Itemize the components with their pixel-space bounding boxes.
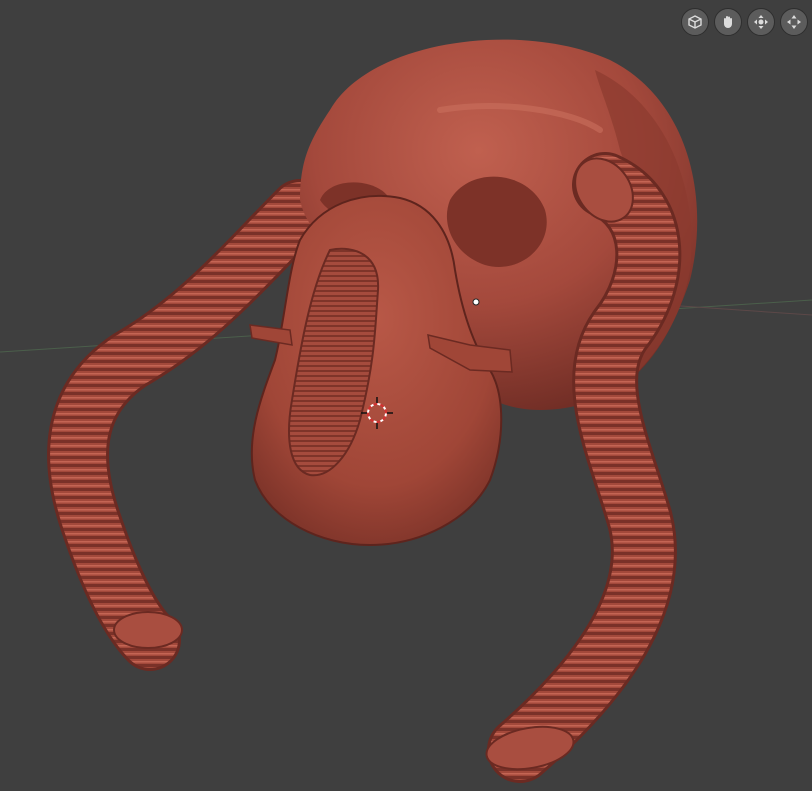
move-view-icon[interactable] <box>747 8 775 36</box>
zoom-view-icon[interactable] <box>780 8 808 36</box>
viewport-scene[interactable] <box>0 0 812 791</box>
3d-viewport[interactable] <box>0 0 812 791</box>
camera-view-icon[interactable] <box>681 8 709 36</box>
object-origin-dot <box>472 298 480 306</box>
pan-hand-icon[interactable] <box>714 8 742 36</box>
navigation-gizmo <box>681 8 808 36</box>
